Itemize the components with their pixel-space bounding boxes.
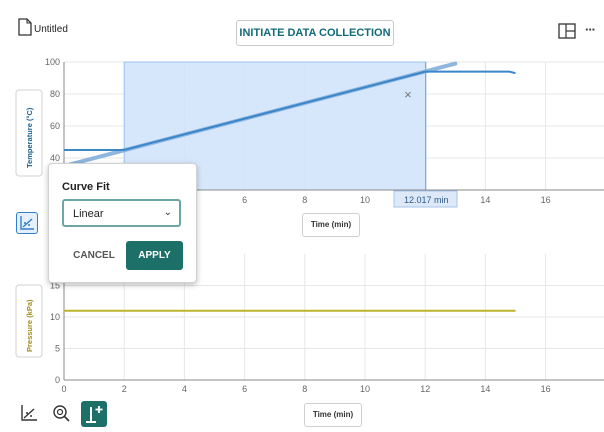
zoom-button[interactable]: [50, 402, 72, 424]
curve-fit-popup: Curve Fit Linear ⌄ CANCEL APPLY: [48, 163, 197, 283]
x-tick-label: 10: [360, 195, 370, 205]
cancel-button[interactable]: CANCEL: [62, 244, 126, 268]
graph-tool-icon: [21, 405, 37, 421]
top-x-axis-label[interactable]: Time (min): [302, 213, 360, 237]
pressure-axis-label: Pressure (kPa): [25, 299, 34, 352]
apply-button[interactable]: APPLY: [126, 241, 183, 270]
y-tick-label: 10: [50, 312, 60, 322]
chevron-down-icon: ⌄: [163, 207, 172, 218]
cursor-readout: 12.017 min: [404, 195, 449, 205]
x-tick-label: 6: [242, 384, 247, 394]
x-tick-label: 12: [420, 384, 430, 394]
x-tick-label: 8: [302, 195, 307, 205]
y-tick-label: 80: [50, 89, 60, 99]
bottom-x-tick-labels: 0 2 4 6 8 10 12 14 16: [61, 384, 550, 394]
graph-tools-button[interactable]: [18, 402, 40, 424]
add-annotation-button[interactable]: [81, 401, 107, 427]
y-tick-label: 100: [45, 57, 60, 67]
curve-fit-toggle[interactable]: [16, 212, 38, 234]
curve-fit-title: Curve Fit: [62, 181, 110, 193]
x-tick-label: 16: [541, 195, 551, 205]
x-tick-label: 2: [122, 384, 127, 394]
x-tick-label: 8: [302, 384, 307, 394]
y-tick-label: 60: [50, 121, 60, 131]
x-tick-label: 14: [480, 384, 490, 394]
y-tick-label: 0: [55, 375, 60, 385]
bottom-x-axis-label[interactable]: Time (min): [304, 403, 362, 427]
add-marker-icon: [86, 406, 103, 423]
zoom-icon: [53, 405, 70, 422]
bottom-y-tick-labels: 151050: [50, 281, 60, 386]
x-tick-label: 4: [182, 384, 187, 394]
y-tick-label: 40: [50, 153, 60, 163]
x-tick-label: 6: [242, 195, 247, 205]
marker-x: ×: [404, 87, 412, 102]
y-tick-label: 5: [55, 344, 60, 354]
x-tick-label: 10: [360, 384, 370, 394]
curve-fit-select[interactable]: Linear ⌄: [62, 199, 181, 227]
graph-tool-icon: [20, 216, 34, 230]
x-tick-label: 0: [61, 384, 66, 394]
x-tick-label: 14: [480, 195, 490, 205]
temperature-axis-label: Temperature (°C): [25, 107, 34, 168]
curve-fit-selected-value: Linear: [73, 208, 104, 220]
x-tick-label: 16: [541, 384, 551, 394]
